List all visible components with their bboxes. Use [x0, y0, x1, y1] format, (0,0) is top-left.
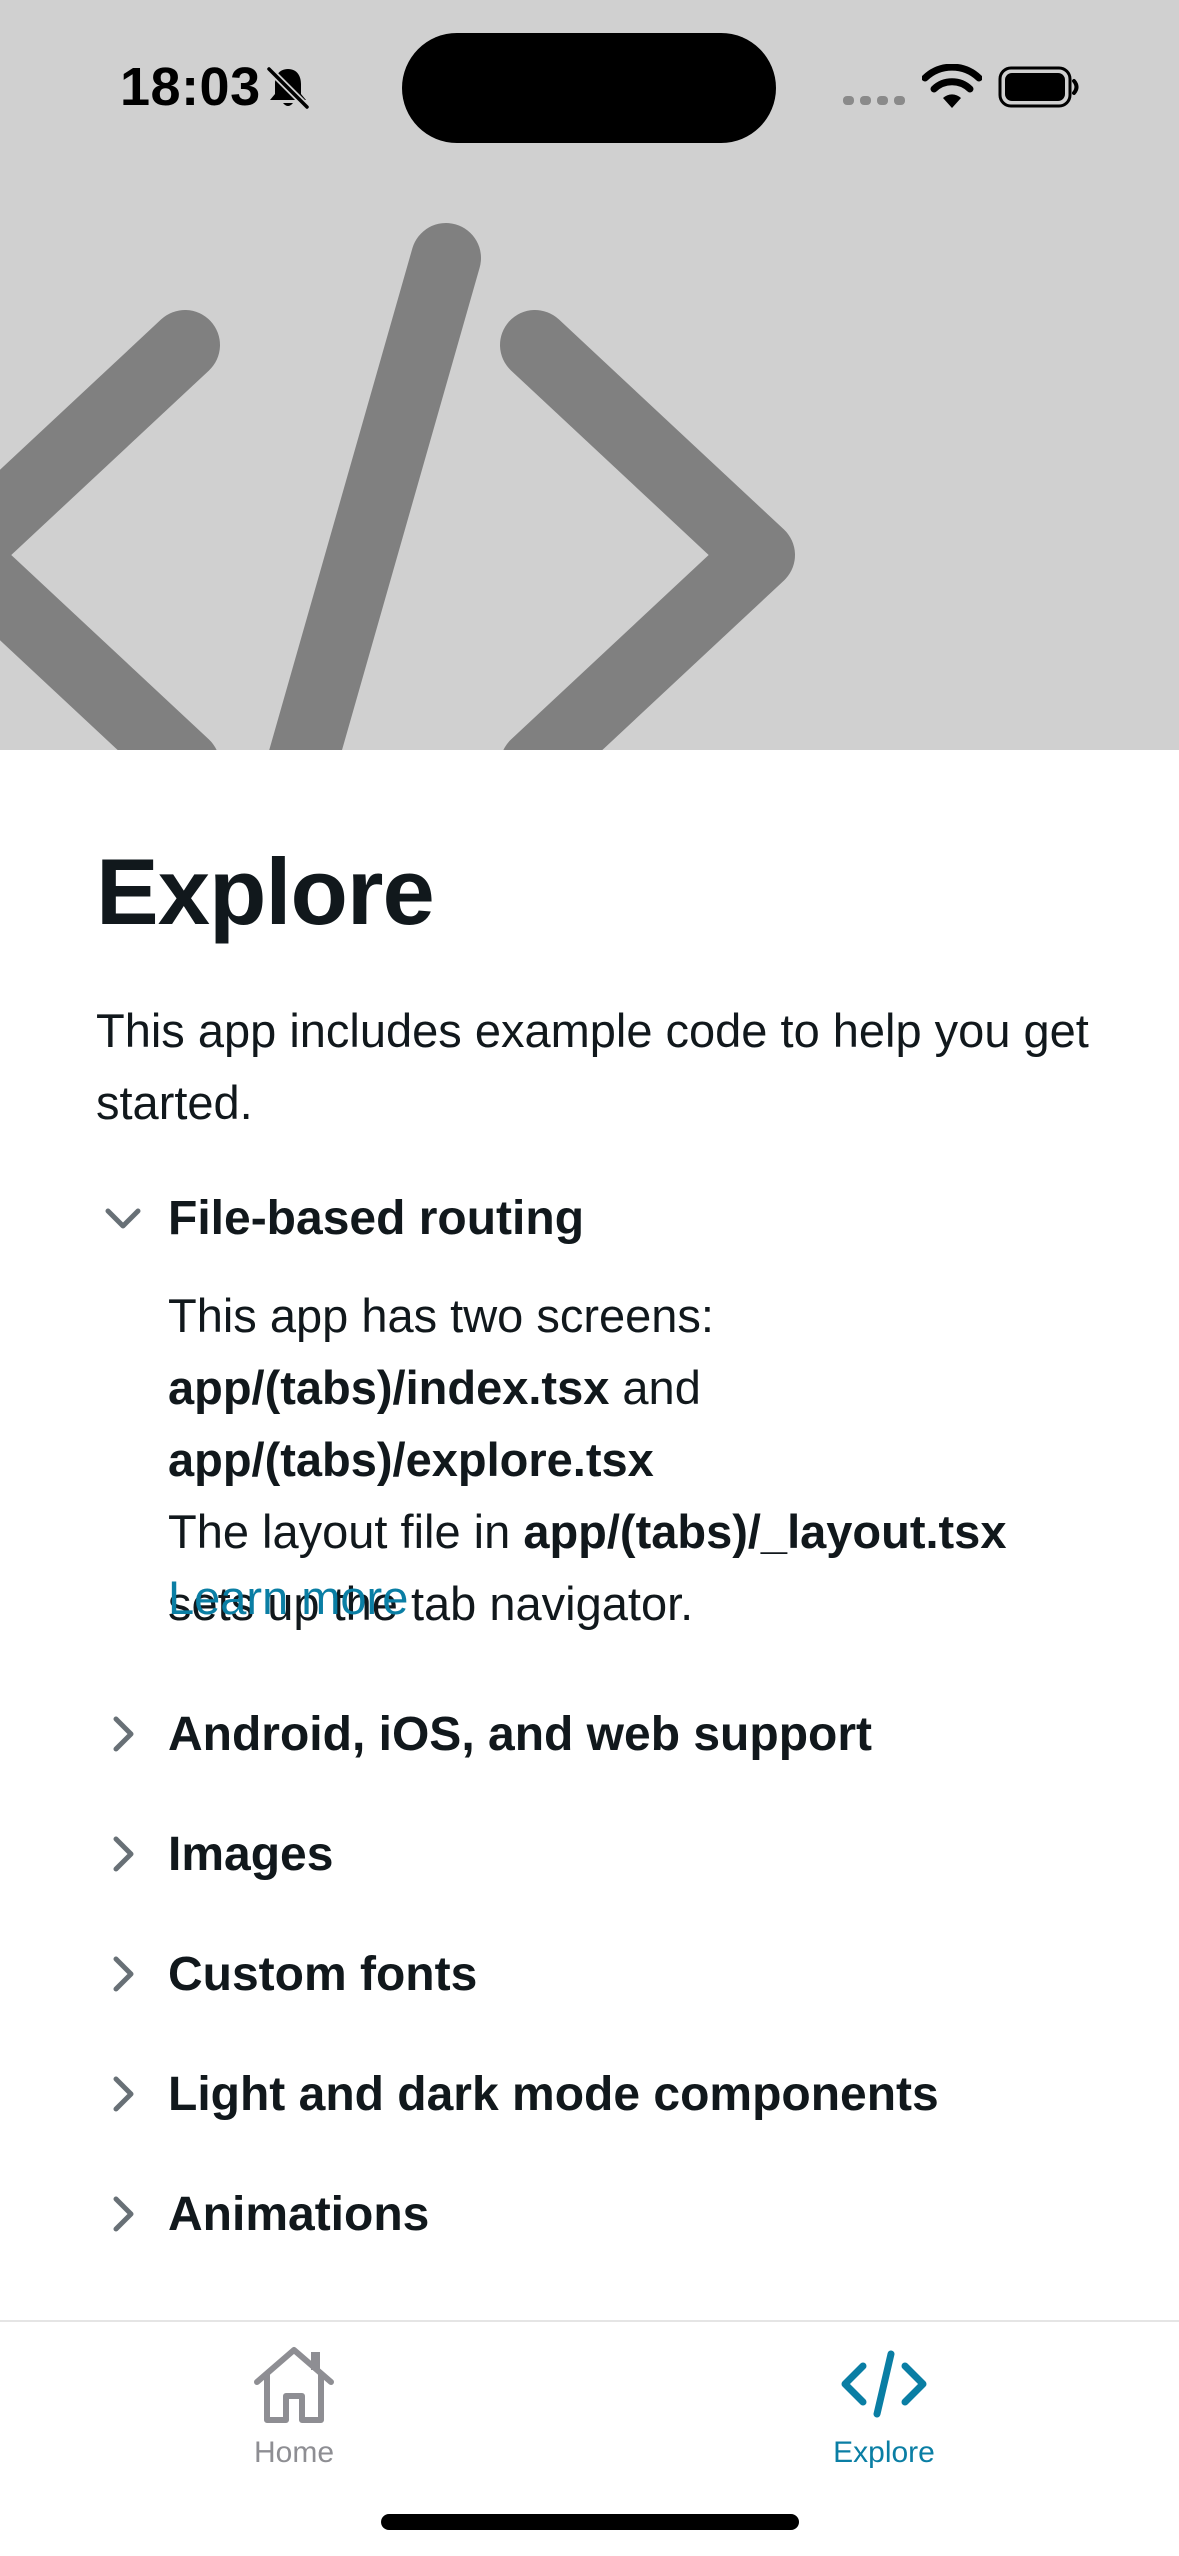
code-brackets-icon [841, 2350, 927, 2418]
body-text: The layout file in [168, 1505, 524, 1558]
code-path: app/(tabs)/_layout.tsx [523, 1505, 1007, 1558]
dynamic-island [402, 33, 776, 143]
chevron-right-icon [113, 1716, 134, 1752]
wifi-icon [922, 64, 982, 108]
collapsible-android-ios-web[interactable]: Android, iOS, and web support [96, 1689, 1096, 1779]
tab-explore[interactable]: Explore [734, 2342, 1034, 2492]
status-bar: 18:03 [0, 0, 1179, 170]
tab-label: Explore [833, 2436, 935, 2469]
page-title: Explore [96, 839, 435, 944]
collapsible-file-based-routing[interactable]: File-based routing [96, 1173, 1096, 1263]
chevron-right-icon [113, 2196, 134, 2232]
learn-more-link[interactable]: Learn more [168, 1570, 408, 1625]
tab-label: Home [253, 2436, 335, 2469]
collapsible-animations[interactable]: Animations [96, 2169, 1096, 2259]
body-text: and [609, 1361, 701, 1414]
house-icon [254, 2347, 334, 2423]
section-title: Light and dark mode components [168, 2067, 939, 2121]
code-path: app/(tabs)/index.tsx [168, 1361, 610, 1414]
collapsible-images[interactable]: Images [96, 1809, 1096, 1899]
section-title: Custom fonts [168, 1947, 478, 2001]
bell-slash-icon [266, 66, 310, 110]
collapsible-custom-fonts[interactable]: Custom fonts [96, 1929, 1096, 2019]
code-path: app/(tabs)/explore.tsx [168, 1433, 654, 1486]
cellular-signal-icon [843, 96, 905, 105]
section-title: Android, iOS, and web support [168, 1707, 872, 1761]
section-title: File-based routing [168, 1191, 585, 1245]
battery-icon [998, 66, 1079, 108]
intro-text: This app includes example code to help y… [96, 1004, 1089, 1129]
section-title: Images [168, 1827, 334, 1881]
tab-home[interactable]: Home [144, 2342, 444, 2492]
chevron-down-icon [105, 1208, 141, 1229]
collapsible-light-dark-mode[interactable]: Light and dark mode components [96, 2049, 1096, 2139]
chevron-right-icon [113, 1956, 134, 1992]
chevron-right-icon [113, 2076, 134, 2112]
status-time: 18:03 [120, 57, 261, 117]
chevron-right-icon [113, 1836, 134, 1872]
home-indicator[interactable] [381, 2514, 799, 2530]
section-title: Animations [168, 2187, 430, 2241]
body-text: This app has two screens: [168, 1289, 714, 1342]
